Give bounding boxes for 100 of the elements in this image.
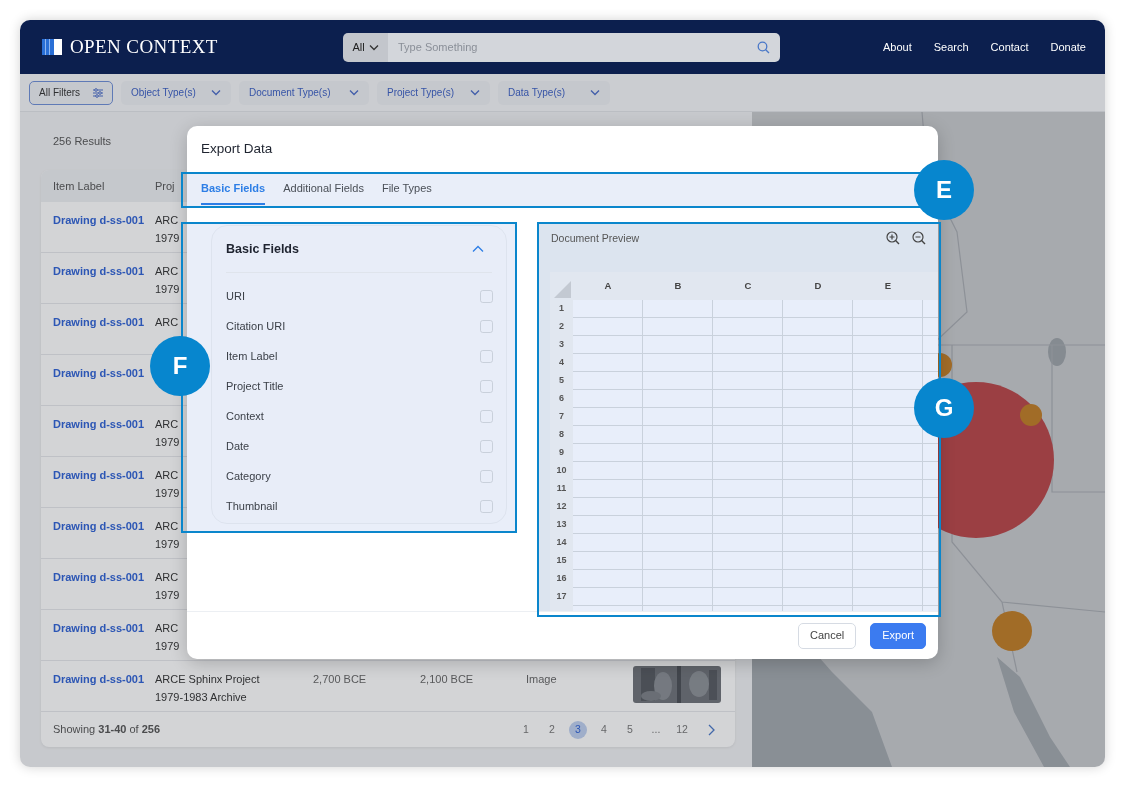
row-header: 13 [556, 518, 567, 532]
row-header: 8 [559, 428, 564, 442]
caret-icon [368, 43, 379, 51]
zoom-out-icon[interactable] [912, 231, 926, 245]
column-header: D [814, 278, 822, 293]
item-link[interactable]: Drawing d-ss-001 [53, 517, 145, 535]
row-header: 15 [556, 554, 567, 568]
row-header: 12 [556, 500, 567, 514]
row-header: 17 [556, 590, 567, 604]
row-header: 11 [556, 482, 567, 496]
search-field[interactable]: Type Something [388, 32, 780, 62]
row-header: 6 [559, 392, 564, 406]
checkbox[interactable] [480, 289, 493, 303]
cancel-button[interactable]: Cancel [797, 622, 857, 649]
field-label: Thumbnail [226, 498, 278, 514]
nav-link[interactable]: Contact [990, 38, 1029, 56]
row-header: 3 [559, 338, 564, 352]
chevron-right-icon[interactable] [708, 723, 715, 736]
results-summary: Showing 31-40 of 256 [53, 722, 161, 738]
item-link[interactable]: Drawing d-ss-001 [53, 415, 145, 433]
export-button[interactable]: Export [870, 622, 926, 649]
column-header: B [674, 278, 682, 293]
page-link[interactable]: 4 [595, 720, 613, 739]
dialog-title: Export Data [201, 139, 273, 158]
logo-icon [42, 38, 62, 56]
filter-dropdown[interactable]: Document Type(s) [239, 80, 369, 105]
checkbox[interactable] [480, 319, 493, 333]
field-label: Citation URI [226, 318, 286, 334]
chevron-down-icon [590, 89, 600, 96]
row-header: 10 [556, 464, 567, 478]
field-label: Item Label [226, 348, 278, 364]
checkbox[interactable] [480, 439, 493, 453]
table-cell-text: ARC 1979 [155, 213, 180, 246]
item-link[interactable]: Drawing d-ss-001 [53, 670, 145, 688]
item-link[interactable]: Drawing d-ss-001 [53, 466, 145, 484]
page-link[interactable]: 1 [517, 720, 535, 739]
table-cell-text: ARC 1979 [155, 519, 180, 552]
row-header: 4 [559, 356, 564, 370]
corner-triangle-icon [554, 281, 571, 298]
nav-link[interactable]: Search [933, 38, 969, 56]
chevron-down-icon [211, 89, 221, 96]
item-link[interactable]: Drawing d-ss-001 [53, 313, 145, 331]
chevron-down-icon [470, 89, 480, 96]
filter-dropdown[interactable]: Object Type(s) [121, 80, 231, 105]
page-link[interactable]: 12 [673, 720, 691, 739]
checkbox[interactable] [480, 349, 493, 363]
filter-dropdown[interactable]: Data Type(s) [498, 80, 610, 105]
row-header: 1 [559, 302, 564, 316]
table-cell-text: 2,100 BCE [420, 672, 474, 687]
filters-button[interactable]: All Filters [29, 80, 113, 105]
row-header: 7 [559, 410, 564, 424]
table-cell-text: ARC 1979 [155, 621, 180, 654]
page-link[interactable]: 5 [621, 720, 639, 739]
results-count: 256 Results [53, 133, 112, 149]
checkbox[interactable] [480, 409, 493, 423]
item-link[interactable]: Drawing d-ss-001 [53, 364, 145, 382]
table-cell-text: ARCE Sphinx Project 1979-1983 Archive [155, 672, 260, 705]
table-cell-text: ARC [155, 315, 179, 330]
sliders-icon [93, 87, 103, 98]
checkbox[interactable] [480, 499, 493, 513]
zoom-in-icon[interactable] [886, 231, 900, 245]
table-cell-text: ARC 1979 [155, 264, 180, 297]
column-header: Item Label [53, 178, 105, 194]
column-header: E [884, 278, 892, 293]
item-link[interactable]: Drawing d-ss-001 [53, 619, 145, 637]
nav-link[interactable]: About [883, 38, 912, 56]
column-header: Proj [155, 178, 175, 194]
chevron-down-icon [349, 89, 359, 96]
field-label: Date [226, 438, 250, 454]
nav-link[interactable]: Donate [1050, 38, 1086, 56]
column-header: C [744, 278, 752, 293]
checkbox[interactable] [480, 469, 493, 483]
field-label: Category [226, 468, 271, 484]
field-label: Project Title [226, 378, 284, 394]
checkbox[interactable] [480, 379, 493, 393]
preview-title: Document Preview [551, 231, 640, 246]
page-link[interactable]: 2 [543, 720, 561, 739]
row-header: 14 [556, 536, 567, 550]
page-link[interactable]: 3 [569, 720, 587, 739]
table-cell-text: ARC 1979 [155, 417, 180, 450]
row-header: 9 [559, 446, 564, 460]
table-cell-text: ARC 1979 [155, 468, 180, 501]
logo-text: OPEN CONTEXT [70, 34, 218, 59]
table-cell-text: ARC 1979 [155, 570, 180, 603]
item-link[interactable]: Drawing d-ss-001 [53, 262, 145, 280]
field-label: Context [226, 408, 264, 424]
search-icon[interactable] [757, 40, 770, 54]
table-cell-text: Image [526, 672, 557, 687]
row-header: 16 [556, 572, 567, 586]
filter-dropdown[interactable]: Project Type(s) [377, 80, 490, 105]
row-header: 2 [559, 320, 564, 334]
column-header: A [604, 278, 612, 293]
accordion-header[interactable]: Basic Fields [212, 226, 506, 272]
scope-dropdown[interactable]: All [343, 32, 388, 62]
page-link[interactable]: ... [647, 720, 665, 739]
item-link[interactable]: Drawing d-ss-001 [53, 211, 145, 229]
item-link[interactable]: Drawing d-ss-001 [53, 568, 145, 586]
table-cell-text: 2,700 BCE [313, 672, 367, 687]
field-label: URI [226, 288, 245, 304]
row-header: 5 [559, 374, 564, 388]
